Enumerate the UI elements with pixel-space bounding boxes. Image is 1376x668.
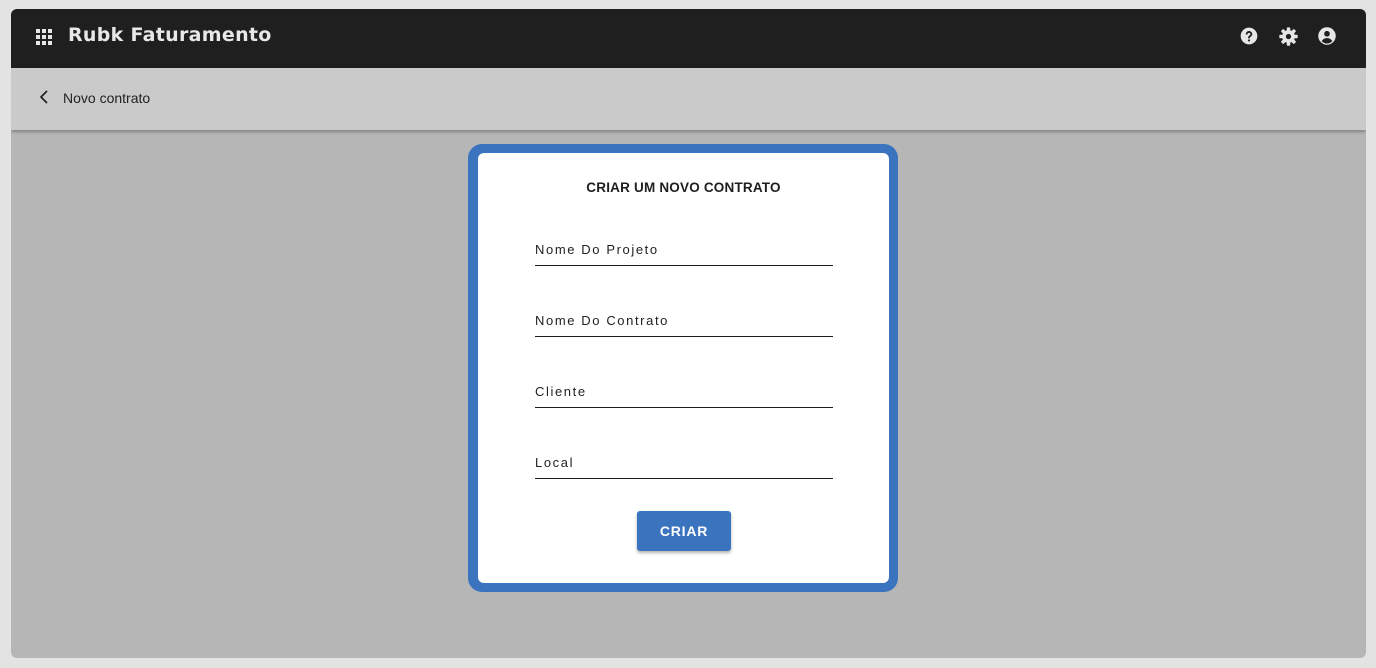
contract-name-input[interactable] bbox=[535, 313, 833, 328]
chevron-left-icon[interactable] bbox=[35, 88, 53, 106]
apps-grid-icon[interactable] bbox=[36, 29, 52, 45]
new-contract-form: CRIAR UM NOVO CONTRATO CRIAR bbox=[478, 153, 889, 583]
app-bar: Rubk Faturamento bbox=[11, 9, 1366, 68]
app-title: Rubk Faturamento bbox=[68, 24, 272, 46]
gear-icon[interactable] bbox=[1277, 25, 1299, 47]
form-title: CRIAR UM NOVO CONTRATO bbox=[586, 180, 781, 195]
page-title: Novo contrato bbox=[63, 90, 151, 106]
project-name-field bbox=[535, 236, 833, 266]
form-card-frame: CRIAR UM NOVO CONTRATO CRIAR bbox=[468, 144, 898, 592]
client-field bbox=[535, 378, 833, 408]
location-input[interactable] bbox=[535, 455, 833, 470]
page-toolbar: Novo contrato bbox=[11, 68, 1366, 130]
app-window: Rubk Faturamento Novo contrato CRIAR UM … bbox=[11, 9, 1366, 658]
client-input[interactable] bbox=[535, 384, 833, 399]
project-name-input[interactable] bbox=[535, 242, 833, 257]
help-icon[interactable] bbox=[1238, 25, 1260, 47]
location-field bbox=[535, 449, 833, 479]
account-circle-icon[interactable] bbox=[1316, 25, 1338, 47]
contract-name-field bbox=[535, 307, 833, 337]
top-actions bbox=[1238, 25, 1338, 47]
create-button[interactable]: CRIAR bbox=[637, 511, 731, 551]
